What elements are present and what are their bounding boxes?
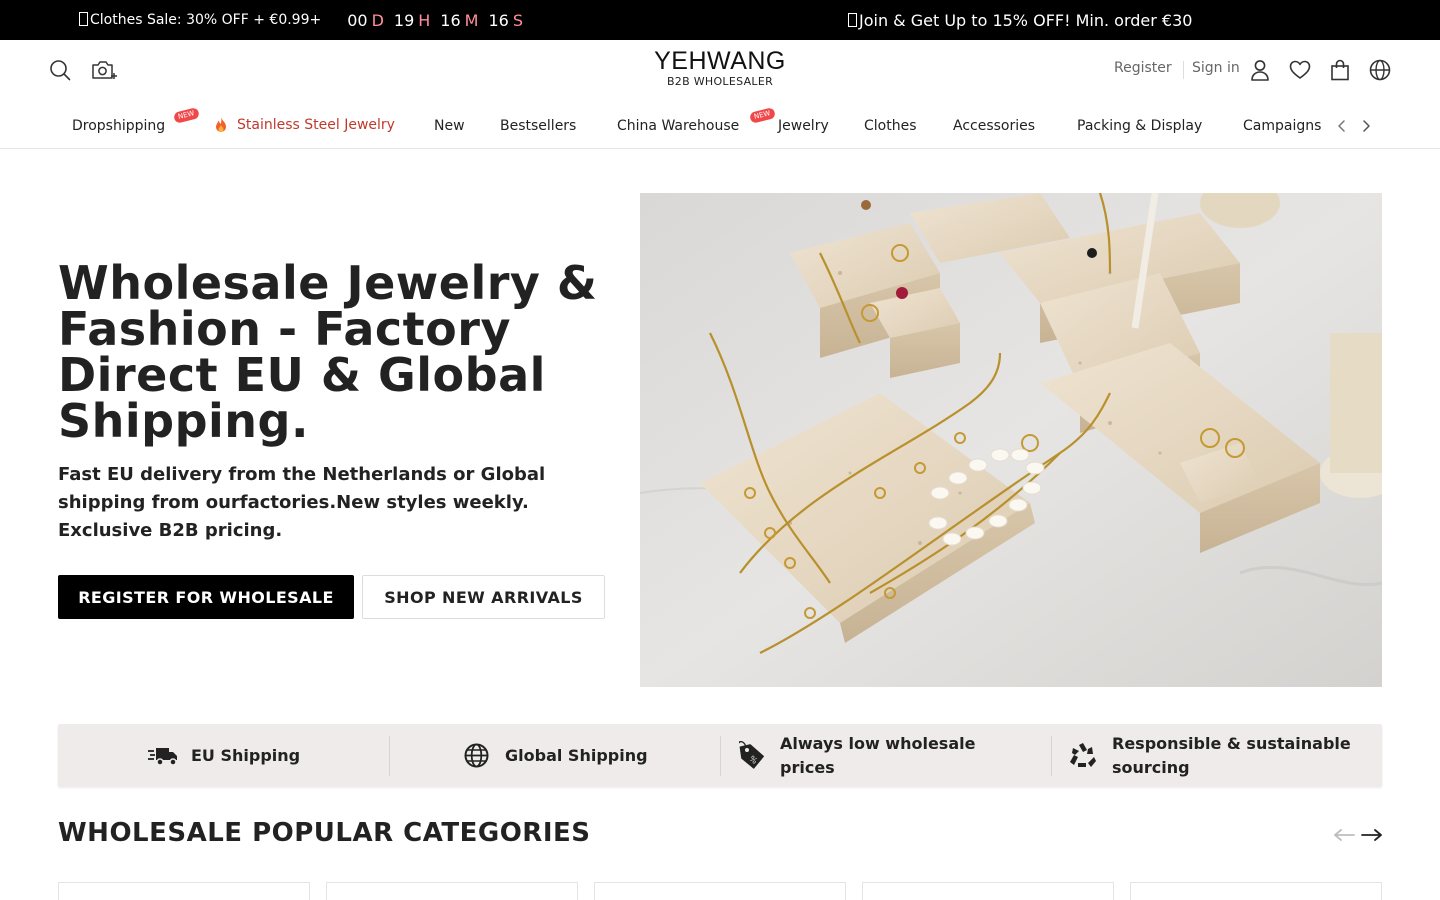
category-card[interactable] [594, 882, 846, 900]
brand-tagline: B2B WHOLESALER [666, 75, 774, 88]
register-link[interactable]: Register [1114, 60, 1172, 76]
main-nav: Dropshipping NEW Stainless Steel Jewelry… [0, 104, 1440, 149]
feature-low-prices: % Always low wholesale prices [738, 724, 1018, 787]
globe-icon [464, 743, 489, 768]
register-wholesale-button[interactable]: REGISTER FOR WHOLESALE [58, 575, 354, 619]
category-card[interactable] [326, 882, 578, 900]
countdown-days-unit: D [371, 10, 384, 30]
feature-label: Global Shipping [505, 745, 648, 765]
countdown-seconds-unit: S [512, 10, 523, 30]
nav-scroll-controls [1322, 104, 1392, 148]
countdown-minutes: 16 [440, 10, 461, 30]
globe-icon[interactable] [1368, 58, 1392, 82]
new-badge: NEW [749, 107, 776, 124]
countdown-minutes-unit: M [464, 10, 479, 30]
nav-next-arrow-icon[interactable] [1358, 118, 1374, 134]
auth-divider [1183, 61, 1184, 79]
hero-subtitle: Fast EU delivery from the Netherlands or… [58, 464, 546, 541]
nav-item-bestsellers[interactable]: Bestsellers [500, 118, 576, 134]
hero-image[interactable] [640, 193, 1382, 687]
feature-divider [1051, 736, 1052, 776]
site-header: YEHWANG B2B WHOLESALER Register Sign in [0, 40, 1440, 100]
feature-label: Always low wholesale prices [780, 733, 976, 777]
feature-global-shipping: Global Shipping [464, 724, 648, 787]
brand-name: YEHWANG [654, 47, 786, 75]
countdown-hours: 19 [393, 10, 415, 30]
promo-glyph-icon [79, 12, 88, 26]
feature-divider [720, 736, 721, 776]
category-card[interactable] [58, 882, 310, 900]
join-glyph-icon [848, 13, 857, 27]
nav-prev-arrow-icon[interactable] [1334, 118, 1350, 134]
categories-prev-arrow-icon[interactable] [1332, 824, 1356, 846]
truck-icon [148, 745, 178, 767]
sign-in-link[interactable]: Sign in [1192, 60, 1240, 76]
sale-text: Clothes Sale: 30% OFF + €0.99+ [79, 12, 321, 28]
nav-item-campaigns[interactable]: Campaigns [1243, 118, 1321, 134]
countdown-hours-unit: H [418, 10, 431, 30]
join-text: Join & Get Up to 15% OFF! Min. order €30 [859, 10, 1193, 30]
search-icon[interactable] [48, 58, 72, 82]
nav-item-clothes[interactable]: Clothes [864, 118, 917, 134]
join-promo[interactable]: Join & Get Up to 15% OFF! Min. order €30 [848, 0, 1192, 40]
feature-label: EU Shipping [191, 745, 301, 765]
category-card[interactable] [1130, 882, 1382, 900]
feature-bar: EU Shipping Global Shipping % Always low… [58, 724, 1382, 787]
user-icon[interactable] [1249, 58, 1271, 82]
nav-item-dropshipping[interactable]: Dropshipping [72, 118, 165, 134]
new-badge: NEW [173, 107, 200, 124]
recycle-icon [1069, 742, 1097, 769]
camera-search-icon[interactable] [90, 58, 118, 82]
category-card[interactable] [862, 882, 1114, 900]
countdown-seconds: 16 [488, 10, 509, 30]
categories-next-arrow-icon[interactable] [1360, 824, 1384, 846]
sale-label: Clothes Sale: 30% OFF + €0.99+ [90, 12, 322, 28]
site-logo[interactable]: YEHWANG B2B WHOLESALER [620, 48, 820, 89]
shop-new-arrivals-button[interactable]: SHOP NEW ARRIVALS [362, 575, 605, 619]
feature-divider [389, 736, 390, 776]
nav-item-jewelry[interactable]: Jewelry [778, 118, 829, 134]
countdown-days: 00 [347, 10, 368, 30]
bag-icon[interactable] [1328, 58, 1352, 82]
nav-item-new[interactable]: New [434, 118, 465, 134]
nav-item-accessories[interactable]: Accessories [953, 118, 1035, 134]
nav-item-stainless-steel-jewelry[interactable]: Stainless Steel Jewelry [237, 117, 395, 133]
promo-bar: Clothes Sale: 30% OFF + €0.99+ 00 D 19 H 1… [0, 0, 1440, 40]
price-tag-icon: % [738, 740, 766, 771]
categories-title: WHOLESALE POPULAR CATEGORIES [58, 818, 591, 848]
nav-item-packing-display[interactable]: Packing & Display [1077, 118, 1202, 134]
fire-icon-wrap [213, 116, 229, 138]
nav-item-china-warehouse[interactable]: China Warehouse [617, 118, 739, 134]
feature-label: Responsible & sustainable sourcing [1112, 733, 1351, 777]
hero-title: Wholesale Jewelry & Fashion - Factory Di… [58, 256, 598, 448]
sale-promo[interactable]: Clothes Sale: 30% OFF + €0.99+ 00 D 19 H 1… [79, 0, 533, 40]
heart-icon[interactable] [1288, 58, 1312, 82]
feature-eu-shipping: EU Shipping [148, 724, 300, 787]
countdown-timer: 00 D 19 H 16 M 16 S [347, 11, 533, 30]
feature-sustainable-sourcing: Responsible & sustainable sourcing [1069, 724, 1369, 787]
